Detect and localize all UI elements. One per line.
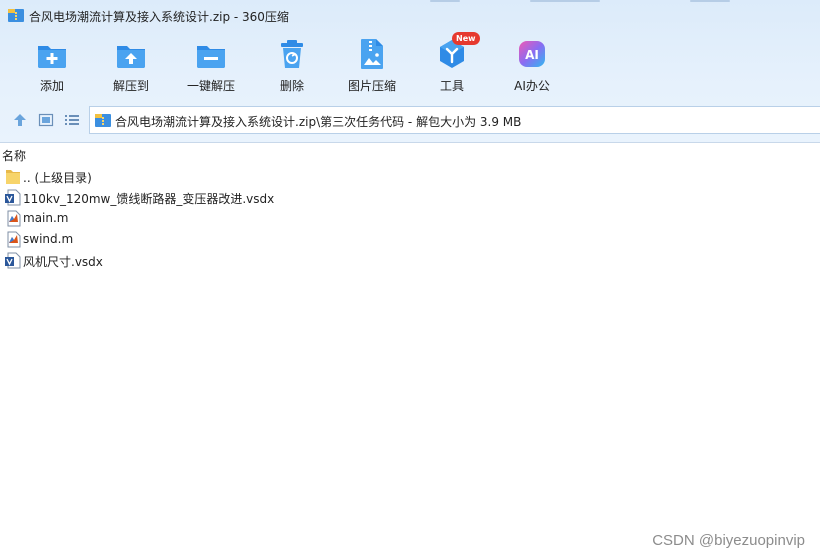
zip-file-icon [95,114,111,127]
matlab-file-icon [7,231,21,248]
add-button[interactable]: 添加 [14,36,90,98]
list-item-parent-directory[interactable]: .. (上级目录) [0,166,820,187]
one-click-extract-icon [197,46,225,68]
add-label: 添加 [39,79,64,93]
column-header-name[interactable]: 名称 [2,147,26,164]
new-badge: New [452,32,480,45]
matlab-file-icon [7,210,21,227]
visio-file-icon [5,189,21,206]
add-icon [38,46,66,68]
file-name: 风机尺寸.vsdx [23,255,103,269]
one-click-extract-label: 一键解压 [186,79,235,93]
file-name: 110kv_120mw_馈线断路器_变压器改进.vsdx [23,192,275,206]
list-item[interactable]: swind.m [0,229,820,250]
window-chrome: 合风电场潮流计算及接入系统设计.zip - 360压缩 添加 解压到 一键解压 … [0,0,820,142]
column-header-row: 名称 [0,146,820,164]
app-window: { "window": { "title": "合风电场潮流计算及接入系统设计.… [0,0,820,560]
ai-icon-text: AI [525,48,539,62]
title-decoration [690,0,730,2]
title-decoration [430,0,460,2]
up-arrow-icon[interactable] [12,112,28,128]
address-path: 合风电场潮流计算及接入系统设计.zip\第三次任务代码 - 解包大小为 3.9 … [115,115,522,129]
delete-button[interactable]: 删除 [254,36,330,98]
ai-office-button[interactable]: AI AI办公 [494,36,570,98]
tools-button[interactable]: New 工具 [414,32,490,98]
title-decoration [530,0,600,2]
watermark: CSDN @biyezuopinvip [652,532,805,549]
file-name: .. (上级目录) [23,171,92,185]
window-title: 合风电场潮流计算及接入系统设计.zip - 360压缩 [29,10,289,24]
file-name: swind.m [23,232,74,246]
one-click-extract-button[interactable]: 一键解压 [173,36,249,98]
delete-label: 删除 [279,79,304,93]
image-compress-label: 图片压缩 [347,79,396,93]
tools-label: 工具 [439,79,464,93]
folder-icon [6,170,20,184]
ai-office-label: AI办公 [514,79,550,93]
divider [0,142,820,143]
thumbnail-view-icon[interactable] [38,112,54,128]
ai-office-icon: AI [519,41,545,67]
extract-to-button[interactable]: 解压到 [93,36,169,98]
image-compress-button[interactable]: 图片压缩 [334,36,410,98]
extract-to-icon [117,46,145,68]
image-compress-icon [361,39,383,69]
list-item[interactable]: 110kv_120mw_馈线断路器_变压器改进.vsdx [0,187,820,208]
toolbar: 添加 解压到 一键解压 删除 图片压缩 New 工具 AI AI办公 [0,32,820,98]
zip-app-icon [8,9,24,22]
extract-to-label: 解压到 [112,79,149,93]
list-item[interactable]: 风机尺寸.vsdx [0,250,820,271]
address-bar[interactable]: 合风电场潮流计算及接入系统设计.zip\第三次任务代码 - 解包大小为 3.9 … [89,106,820,134]
navigation-row: 合风电场潮流计算及接入系统设计.zip\第三次任务代码 - 解包大小为 3.9 … [0,106,820,134]
list-view-icon[interactable] [64,112,80,128]
list-item[interactable]: main.m [0,208,820,229]
delete-icon [281,40,303,68]
title-bar: 合风电场潮流计算及接入系统设计.zip - 360压缩 [0,0,820,30]
visio-file-icon [5,252,21,269]
file-name: main.m [23,211,69,225]
